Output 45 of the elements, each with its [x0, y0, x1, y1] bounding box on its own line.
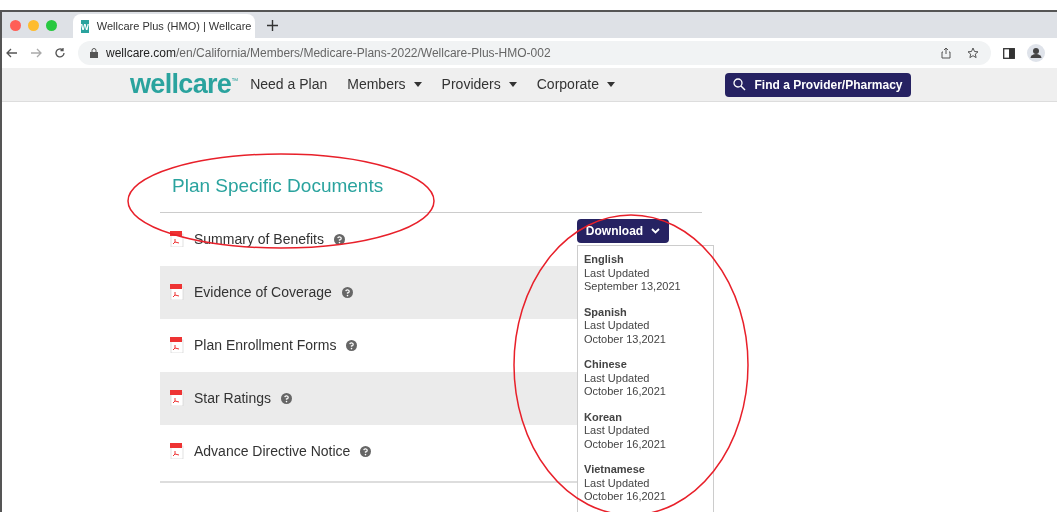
url-text: wellcare.com/en/California/Members/Medicare-Plans-2022/Wellcare-Plus-HMO-002	[106, 45, 551, 62]
download-option[interactable]: Vietnamese Last Updated October 16,2021	[584, 463, 707, 504]
help-icon[interactable]	[281, 392, 293, 404]
download-button[interactable]: Download	[577, 219, 669, 243]
section-title: Plan Specific Documents	[171, 174, 385, 198]
document-link[interactable]: Star Ratings	[194, 387, 272, 409]
pdf-icon	[170, 443, 184, 459]
search-icon	[733, 78, 747, 91]
reload-icon[interactable]	[54, 47, 66, 59]
document-link[interactable]: Summary of Benefits	[194, 228, 324, 250]
caret-icon	[413, 82, 422, 87]
download-option[interactable]: Korean Last Updated October 16,2021	[584, 410, 707, 451]
document-link[interactable]: Advance Directive Notice	[194, 440, 351, 462]
pdf-icon	[170, 390, 184, 406]
document-link[interactable]: Evidence of Coverage	[194, 281, 332, 303]
nav-link[interactable]: Members	[347, 74, 422, 95]
profile-icon[interactable]	[1027, 44, 1045, 62]
star-icon[interactable]	[967, 47, 979, 59]
chevron-down-icon	[651, 228, 661, 234]
pdf-icon	[170, 337, 184, 353]
help-icon[interactable]	[341, 286, 353, 298]
nav-link[interactable]: Need a Plan	[250, 74, 328, 95]
address-bar[interactable]: wellcare.com/en/California/Members/Medicare-Plans-2022/Wellcare-Plus-HMO-002	[78, 41, 991, 65]
caret-icon	[508, 82, 517, 87]
nav-link[interactable]: Corporate	[536, 74, 615, 95]
nav-link[interactable]: Providers	[441, 74, 517, 95]
favicon: w	[81, 19, 89, 33]
download-option[interactable]: English Last Updated September 13,2021	[584, 253, 707, 294]
help-icon[interactable]	[360, 445, 372, 457]
new-tab-icon[interactable]	[267, 19, 278, 31]
download-option[interactable]: Spanish Last Updated October 13,2021	[584, 305, 707, 346]
back-icon[interactable]	[6, 47, 18, 59]
find-provider-button[interactable]: Find a Provider/Pharmacy	[725, 72, 911, 97]
share-icon[interactable]	[941, 47, 951, 59]
download-option[interactable]: Chinese Last Updated October 16,2021	[584, 358, 707, 399]
help-icon[interactable]	[346, 339, 358, 351]
lock-icon	[90, 48, 98, 58]
side-panel-icon[interactable]	[1003, 47, 1015, 59]
browser-tab[interactable]: w Wellcare Plus (HMO) | Wellcare	[73, 14, 255, 38]
caret-icon	[607, 82, 615, 87]
pdf-icon	[170, 231, 184, 247]
help-icon[interactable]	[333, 233, 345, 245]
tab-title: Wellcare Plus (HMO) | Wellcare	[96, 18, 252, 34]
document-link[interactable]: Plan Enrollment Forms	[194, 334, 337, 356]
pdf-icon	[170, 284, 184, 300]
